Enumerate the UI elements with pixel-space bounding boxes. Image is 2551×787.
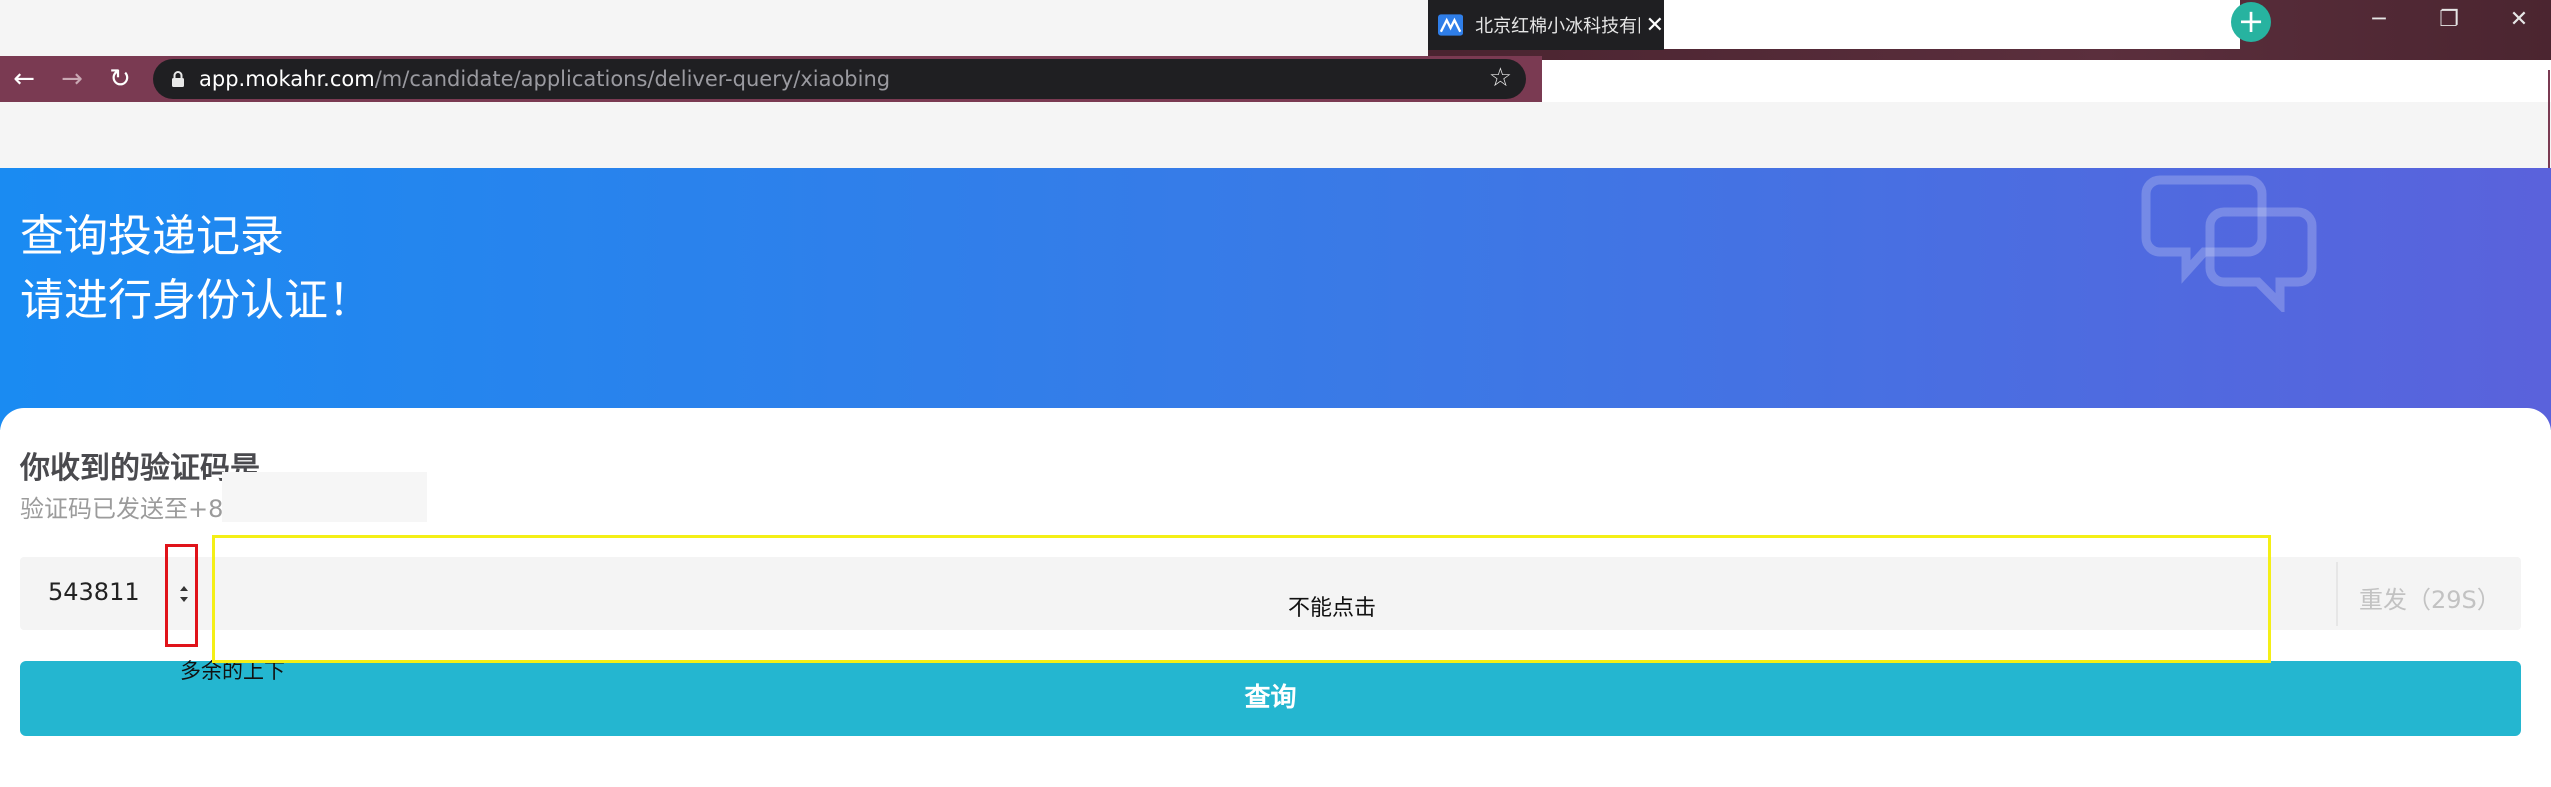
verification-code-value[interactable]: 543811	[48, 578, 140, 606]
page-top-strip	[0, 102, 2551, 168]
new-tab-button[interactable]: +	[2231, 2, 2271, 42]
minimize-window-icon[interactable]: ─	[2344, 0, 2414, 42]
back-arrow-icon[interactable]: ←	[6, 62, 42, 98]
phone-number-mask	[222, 472, 427, 522]
verification-subtitle: 验证码已发送至+86	[20, 495, 230, 523]
tab-strip-blank	[1664, 0, 2240, 49]
close-window-icon[interactable]: ✕	[2484, 0, 2551, 42]
disabled-annotation-note: 不能点击	[1288, 596, 1377, 621]
url-path: /m/candidate/applications/deliver-query/…	[374, 67, 891, 91]
moka-favicon-icon	[1438, 14, 1464, 36]
reload-icon[interactable]: ↻	[102, 62, 138, 98]
tab-close-icon[interactable]: ✕	[1646, 13, 1664, 38]
resend-divider	[2336, 562, 2338, 626]
address-bar[interactable]: app.mokahr.com/m/candidate/applications/…	[153, 59, 1526, 99]
restore-window-icon[interactable]: ❐	[2414, 0, 2484, 42]
url-host: app.mokahr.com	[199, 67, 375, 91]
lock-icon	[172, 71, 184, 87]
browser-tab[interactable]: 北京红棉小冰科技有限 ✕	[1428, 0, 1664, 50]
chat-bubbles-icon	[2141, 175, 2317, 312]
hero-subtitle: 请进行身份认证！	[20, 275, 372, 326]
hero-title: 查询投递记录	[20, 211, 284, 262]
tab-title: 北京红棉小冰科技有限	[1475, 16, 1640, 37]
query-button[interactable]: 查询	[20, 661, 2521, 736]
forward-arrow-icon[interactable]: →	[54, 62, 90, 98]
frame-edge	[2548, 70, 2550, 168]
bookmark-star-icon[interactable]: ☆	[1489, 63, 1512, 93]
resend-button[interactable]: 重发（29S）	[2359, 580, 2501, 615]
spinner-annotation-box	[165, 544, 198, 647]
disabled-annotation-box	[212, 535, 2271, 663]
